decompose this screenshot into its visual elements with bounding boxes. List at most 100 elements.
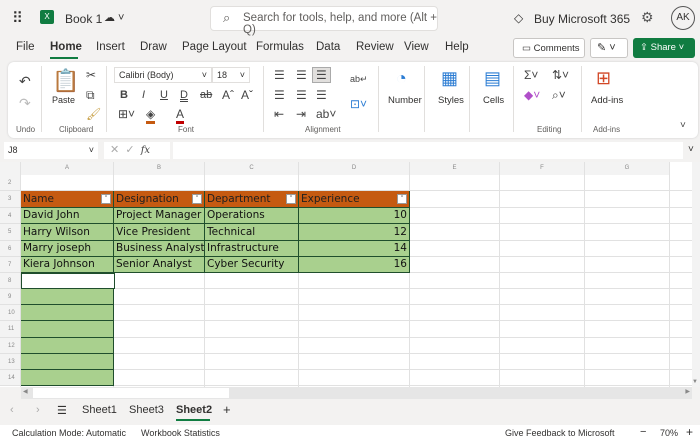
share-button[interactable]: ⇪ Share ˅ bbox=[633, 38, 695, 58]
orientation-icon[interactable]: ab˅ bbox=[316, 107, 336, 121]
editing-mode-button[interactable]: ✎ ˅ bbox=[590, 38, 628, 58]
font-name-select[interactable]: Calibri (Body) ˅ bbox=[114, 67, 212, 83]
undo-icon[interactable]: ↶ bbox=[19, 73, 31, 90]
tab-help[interactable]: Help bbox=[445, 41, 469, 53]
row-header[interactable]: 8 bbox=[0, 273, 21, 289]
tab-draw[interactable]: Draw bbox=[140, 41, 167, 53]
row-header[interactable]: 5 bbox=[0, 224, 21, 241]
filter-dropdown-icon[interactable]: ˅ bbox=[101, 194, 111, 204]
filled-cell[interactable] bbox=[21, 354, 114, 370]
sheet-tab-sheet2[interactable]: Sheet2 bbox=[176, 404, 212, 416]
active-cell-selection[interactable] bbox=[21, 273, 115, 289]
align-left-icon[interactable]: ☰ bbox=[274, 88, 285, 102]
borders-icon[interactable]: ⊞˅ bbox=[118, 107, 135, 121]
formula-expand-icon[interactable]: ˅ bbox=[688, 144, 694, 155]
next-sheet-icon[interactable]: › bbox=[36, 404, 40, 416]
filled-cell[interactable] bbox=[21, 338, 114, 354]
row-header[interactable]: 11 bbox=[0, 321, 21, 338]
row-header[interactable]: 7 bbox=[0, 257, 21, 273]
table-cell[interactable]: Marry joseph bbox=[21, 241, 114, 257]
filter-dropdown-icon[interactable]: ˅ bbox=[397, 194, 407, 204]
increase-font-icon[interactable]: Aˆ bbox=[222, 88, 234, 102]
cells-icon[interactable]: ▤ bbox=[484, 68, 501, 89]
cancel-icon[interactable]: ✕ bbox=[110, 144, 119, 156]
horizontal-scroll-thumb[interactable] bbox=[33, 388, 229, 398]
column-header[interactable]: A bbox=[21, 162, 114, 175]
paste-button[interactable]: Paste bbox=[52, 95, 75, 105]
column-header[interactable]: C bbox=[205, 162, 299, 175]
underline-icon[interactable]: U bbox=[160, 89, 168, 101]
column-header[interactable]: F bbox=[500, 162, 585, 175]
table-cell[interactable]: Business Analyst bbox=[114, 241, 205, 257]
number-format-icon[interactable]: ◔ bbox=[396, 68, 407, 89]
ribbon-expand-chevron-icon[interactable]: ˅ bbox=[680, 120, 686, 131]
insert-function-icon[interactable]: fx bbox=[141, 145, 150, 156]
all-sheets-menu-icon[interactable]: ☰ bbox=[57, 404, 67, 417]
tab-data[interactable]: Data bbox=[316, 41, 340, 53]
clear-icon[interactable]: ◆˅ bbox=[524, 88, 540, 102]
row-header[interactable]: 13 bbox=[0, 354, 21, 370]
tab-page-layout[interactable]: Page Layout bbox=[182, 41, 247, 53]
filled-cell[interactable] bbox=[21, 321, 114, 338]
double-underline-icon[interactable]: D bbox=[180, 89, 188, 101]
table-cell[interactable]: Infrastructure bbox=[205, 241, 299, 257]
redo-icon[interactable]: ↷ bbox=[19, 95, 31, 112]
column-header[interactable]: E bbox=[410, 162, 500, 175]
row-header[interactable]: 4 bbox=[0, 208, 21, 224]
tab-formulas[interactable]: Formulas bbox=[256, 41, 304, 53]
confirm-icon[interactable]: ✓ bbox=[125, 144, 134, 156]
number-button[interactable]: Number bbox=[388, 95, 422, 106]
column-header[interactable]: D bbox=[299, 162, 410, 175]
tab-home[interactable]: Home bbox=[50, 41, 82, 53]
filled-cell[interactable] bbox=[21, 289, 114, 305]
decrease-font-icon[interactable]: Aˇ bbox=[241, 88, 253, 102]
calculation-mode[interactable]: Calculation Mode: Automatic bbox=[12, 428, 126, 438]
formula-input[interactable] bbox=[173, 142, 683, 159]
spreadsheet-grid[interactable]: A B C D E F G 2 3 4 5 6 7 8 9 10 11 12 13 14 Name ˅ Designatio… bbox=[0, 162, 692, 387]
table-cell[interactable]: Senior Analyst bbox=[114, 257, 205, 273]
align-right-icon[interactable]: ☰ bbox=[316, 88, 327, 102]
fill-color-icon[interactable]: ◈ bbox=[146, 107, 156, 124]
zoom-out-icon[interactable]: − bbox=[640, 426, 646, 438]
format-painter-icon[interactable]: 🖌 bbox=[86, 107, 101, 121]
tab-file[interactable]: File bbox=[16, 41, 35, 53]
zoom-in-icon[interactable]: + bbox=[686, 425, 693, 439]
vertical-scrollbar[interactable]: ▼ bbox=[692, 162, 700, 387]
row-header[interactable]: 12 bbox=[0, 338, 21, 354]
feedback-link[interactable]: Give Feedback to Microsoft bbox=[505, 428, 615, 438]
table-cell[interactable]: Kiera Johnson bbox=[21, 257, 114, 273]
styles-button[interactable]: Styles bbox=[438, 95, 464, 106]
app-launcher-icon[interactable]: ⠿ bbox=[12, 9, 23, 27]
tab-view[interactable]: View bbox=[404, 41, 429, 53]
add-ins-icon[interactable]: ⊞ bbox=[596, 68, 611, 89]
decrease-indent-icon[interactable]: ⇤ bbox=[274, 107, 284, 121]
row-header[interactable]: 6 bbox=[0, 241, 21, 257]
row-header[interactable]: 2 bbox=[0, 175, 21, 191]
table-cell[interactable]: Cyber Security bbox=[205, 257, 299, 273]
align-top-icon[interactable]: ☰ bbox=[274, 68, 285, 82]
cells-button[interactable]: Cells bbox=[483, 95, 504, 106]
table-cell[interactable]: Project Manager bbox=[114, 208, 205, 224]
align-middle-icon[interactable]: ☰ bbox=[296, 68, 307, 82]
sheet-tab-sheet1[interactable]: Sheet1 bbox=[82, 404, 117, 416]
horizontal-scrollbar[interactable]: ◀ ▶ bbox=[21, 387, 692, 399]
table-cell[interactable]: Harry Wilson bbox=[21, 224, 114, 241]
sort-filter-icon[interactable]: ⇅˅ bbox=[552, 68, 569, 82]
table-cell[interactable]: Vice President bbox=[114, 224, 205, 241]
column-header[interactable]: B bbox=[114, 162, 205, 175]
row-header[interactable]: 10 bbox=[0, 305, 21, 321]
font-color-icon[interactable]: A bbox=[176, 107, 185, 124]
bold-icon[interactable]: B bbox=[120, 89, 128, 101]
prev-sheet-icon[interactable]: ‹ bbox=[10, 404, 14, 416]
row-header[interactable]: 9 bbox=[0, 289, 21, 305]
buy-microsoft-365-link[interactable]: Buy Microsoft 365 bbox=[534, 12, 630, 26]
sheet-tab-sheet3[interactable]: Sheet3 bbox=[129, 404, 164, 416]
tab-review[interactable]: Review bbox=[356, 41, 394, 53]
row-header[interactable]: 14 bbox=[0, 370, 21, 386]
filled-cell[interactable] bbox=[21, 370, 114, 386]
filter-dropdown-icon[interactable]: ˅ bbox=[192, 194, 202, 204]
table-cell[interactable]: 16 bbox=[299, 257, 410, 273]
cut-icon[interactable]: ✂ bbox=[86, 68, 96, 82]
table-cell[interactable]: 14 bbox=[299, 241, 410, 257]
workbook-statistics[interactable]: Workbook Statistics bbox=[141, 428, 220, 438]
